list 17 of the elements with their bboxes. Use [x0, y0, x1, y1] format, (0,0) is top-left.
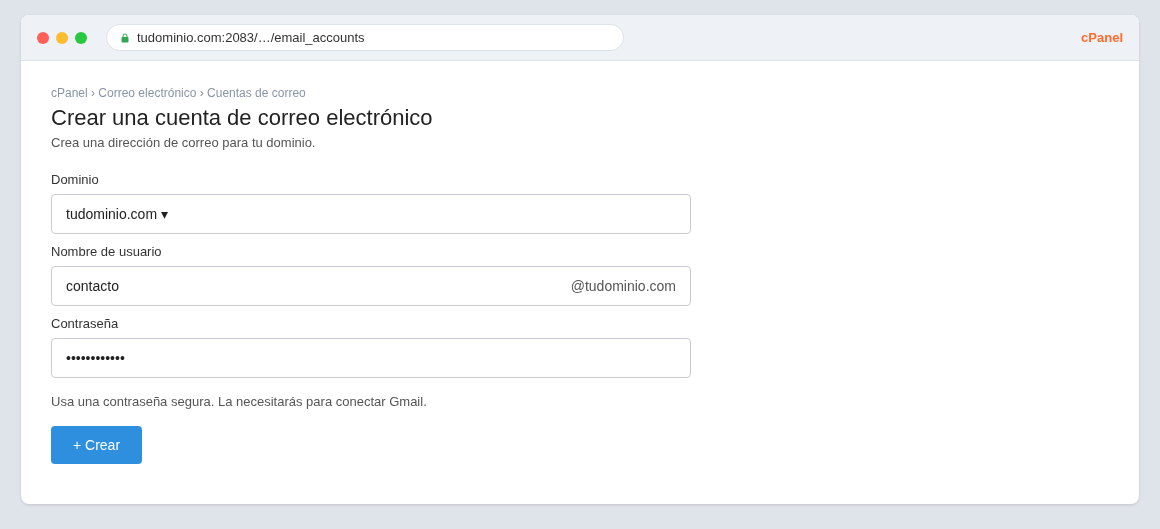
domain-suffix: @tudominio.com [570, 278, 676, 294]
password-field[interactable]: •••••••••••• [51, 338, 691, 378]
field-label: Dominio [51, 172, 100, 187]
field-label: Nombre de usuario [51, 244, 163, 259]
maximize-icon[interactable] [75, 31, 87, 44]
brand-name: cPanel [1081, 30, 1123, 45]
breadcrumb: cPanel › Correo electrónico › Cuentas de correo [51, 86, 307, 100]
username-field[interactable]: contacto @tudominio.com [51, 266, 691, 306]
close-icon[interactable] [37, 31, 49, 44]
field-label: Contraseña [51, 316, 120, 331]
page-subtitle: Crea una dirección de correo para tu dominio. [51, 135, 317, 150]
minimize-icon[interactable] [56, 31, 68, 44]
address-bar[interactable]: tudominio.com:2083/…/email_accounts [106, 24, 624, 51]
domain-select[interactable]: tudominio.com ▾ [51, 194, 691, 234]
lock-icon [121, 32, 129, 43]
password-hint: Usa una contraseña segura. La necesitarás para conectar Gmail. [51, 394, 428, 409]
page-title: Crear una cuenta de correo electrónico [51, 105, 434, 131]
